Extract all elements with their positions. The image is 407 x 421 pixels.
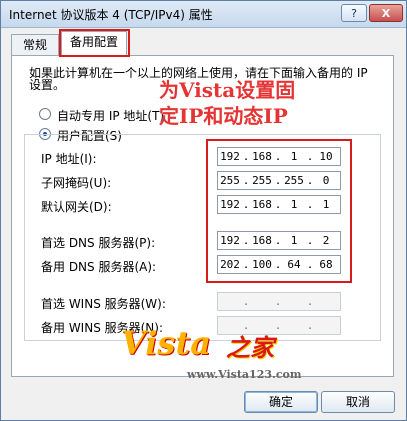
- watermark-suffix: 之家: [226, 333, 274, 362]
- preferred-dns-label: 首选 DNS 服务器(P):: [41, 236, 156, 250]
- overlay-annotation-text: 为Vista设置固 定IP和动态IP: [159, 77, 295, 129]
- annotation-line-2: 定IP和动态IP: [159, 104, 288, 128]
- close-button[interactable]: X: [369, 4, 403, 22]
- window-title: Internet 协议版本 4 (TCP/IPv4) 属性: [9, 8, 213, 22]
- auto-private-ip-radio[interactable]: [39, 108, 51, 120]
- subnet-mask-label: 子网掩码(U):: [41, 176, 112, 190]
- ip-address-label: IP 地址(I):: [41, 152, 97, 166]
- default-gateway-label: 默认网关(D):: [41, 200, 112, 214]
- preferred-wins-field[interactable]: . . .: [217, 292, 341, 311]
- ok-button[interactable]: 确定: [244, 391, 318, 413]
- watermark-url: www.Vista123.com: [187, 368, 302, 381]
- alternate-dns-label: 备用 DNS 服务器(A):: [41, 260, 157, 274]
- tcpip-properties-dialog: Internet 协议版本 4 (TCP/IPv4) 属性 ? X 常规 备用配…: [0, 0, 407, 421]
- title-bar: Internet 协议版本 4 (TCP/IPv4) 属性 ? X: [1, 1, 406, 28]
- annotation-line-1: 为Vista设置固: [159, 78, 296, 102]
- help-button[interactable]: ?: [341, 4, 367, 22]
- vista-logo-watermark: Vista 之家 www.Vista123.com: [121, 324, 306, 384]
- cancel-button[interactable]: 取消: [321, 391, 395, 413]
- ip-fields-highlight-box: [206, 139, 352, 283]
- auto-private-ip-label: 自动专用 IP 地址(T): [57, 109, 165, 123]
- preferred-wins-label: 首选 WINS 服务器(W):: [41, 297, 166, 311]
- watermark-logo: Vista: [121, 324, 211, 362]
- tab-general[interactable]: 常规: [11, 34, 59, 56]
- tab-highlight-box: [59, 29, 130, 57]
